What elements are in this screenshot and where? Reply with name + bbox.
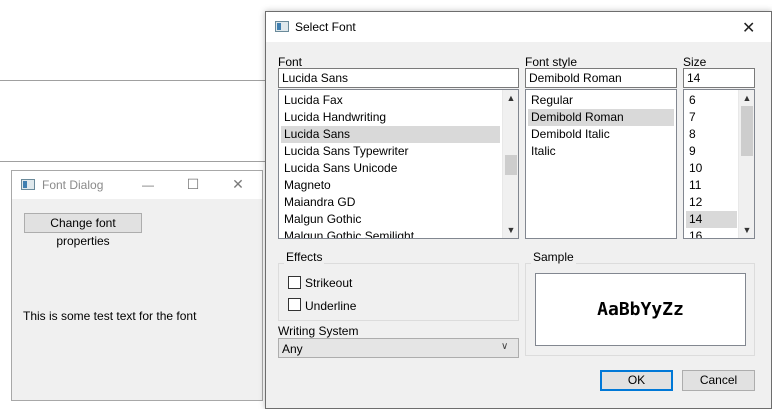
writing-system-label: Writing System [278, 324, 359, 338]
font-style-list[interactable]: Regular Demibold Roman Demibold Italic Ital… [525, 89, 677, 239]
font-list-scrollbar[interactable]: ▲ ▼ [502, 90, 518, 238]
font-list[interactable]: Lucida Fax Lucida Handwriting Lucida Sans L… [278, 89, 519, 239]
strikeout-label[interactable]: Strikeout [305, 276, 352, 290]
change-font-properties-button[interactable]: Change font properties [24, 213, 142, 248]
font-style-input[interactable]: Demibold Roman [525, 68, 677, 88]
select-font-titlebar: Select Font ✕ [266, 12, 771, 42]
list-item[interactable]: Malgun Gothic Semilight [281, 228, 500, 238]
app-window-icon [21, 179, 35, 190]
select-font-dialog: Select Font ✕ Font Lucida Sans Lucida Fa… [265, 11, 772, 409]
font-dialog-titlebar: Font Dialog — ☐ ✕ [12, 171, 262, 199]
close-icon[interactable]: ✕ [230, 177, 246, 191]
effects-group-title: Effects [284, 250, 325, 264]
dialog-window-icon [275, 21, 289, 32]
scroll-up-icon[interactable]: ▲ [739, 90, 754, 106]
list-item[interactable]: Magneto [281, 177, 500, 194]
list-item[interactable]: Maiandra GD [281, 194, 500, 211]
sample-preview-box: AaBbYyZz [535, 273, 746, 346]
list-item[interactable]: Lucida Sans Unicode [281, 160, 500, 177]
select-font-title: Select Font [295, 20, 356, 34]
scrollbar-thumb[interactable] [741, 106, 753, 156]
background-divider-bottom [0, 161, 265, 162]
writing-system-value: Any [282, 342, 303, 356]
scrollbar-thumb[interactable] [505, 155, 517, 175]
list-item[interactable]: Demibold Italic [528, 126, 674, 143]
maximize-icon[interactable]: ☐ [185, 177, 201, 191]
underline-label[interactable]: Underline [305, 299, 356, 313]
ok-button[interactable]: OK [600, 370, 673, 391]
list-item[interactable]: 16 [686, 228, 737, 238]
underline-checkbox[interactable] [288, 298, 301, 311]
list-item[interactable]: Lucida Sans Typewriter [281, 143, 500, 160]
list-item[interactable]: Regular [528, 92, 674, 109]
font-label: Font [278, 55, 303, 69]
close-icon[interactable]: ✕ [742, 18, 760, 38]
list-item[interactable]: 8 [686, 126, 737, 143]
list-item[interactable]: 12 [686, 194, 737, 211]
cancel-button[interactable]: Cancel [682, 370, 755, 391]
list-item[interactable]: Lucida Sans [281, 126, 500, 143]
list-item[interactable]: 11 [686, 177, 737, 194]
list-item[interactable]: 14 [686, 211, 737, 228]
size-input[interactable]: 14 [683, 68, 755, 88]
list-item[interactable]: 10 [686, 160, 737, 177]
size-list-scrollbar[interactable]: ▲ ▼ [738, 90, 754, 238]
minimize-icon[interactable]: — [140, 178, 156, 192]
chevron-down-icon: ∨ [501, 341, 509, 352]
background-divider-top [0, 80, 265, 81]
font-test-text: This is some test text for the font [23, 309, 197, 323]
list-item[interactable]: Italic [528, 143, 674, 160]
size-label: Size [683, 55, 707, 69]
list-item[interactable]: 6 [686, 92, 737, 109]
list-item[interactable]: 7 [686, 109, 737, 126]
font-dialog-window: Font Dialog — ☐ ✕ Change font properties… [11, 170, 263, 401]
list-item[interactable]: Demibold Roman [528, 109, 674, 126]
size-list[interactable]: 6 7 8 9 10 11 12 14 16 ▲ ▼ [683, 89, 755, 239]
font-style-label: Font style [525, 55, 578, 69]
scroll-down-icon[interactable]: ▼ [503, 222, 518, 238]
font-input[interactable]: Lucida Sans [278, 68, 519, 88]
scroll-up-icon[interactable]: ▲ [503, 90, 518, 106]
list-item[interactable]: Lucida Fax [281, 92, 500, 109]
list-item[interactable]: Malgun Gothic [281, 211, 500, 228]
list-item[interactable]: Lucida Handwriting [281, 109, 500, 126]
sample-text: AaBbYyZz [597, 299, 684, 320]
strikeout-checkbox[interactable] [288, 276, 301, 289]
font-dialog-title: Font Dialog [42, 178, 104, 192]
writing-system-select[interactable]: Any ∨ [278, 338, 519, 358]
sample-group-title: Sample [531, 250, 576, 264]
scroll-down-icon[interactable]: ▼ [739, 222, 754, 238]
list-item[interactable]: 9 [686, 143, 737, 160]
